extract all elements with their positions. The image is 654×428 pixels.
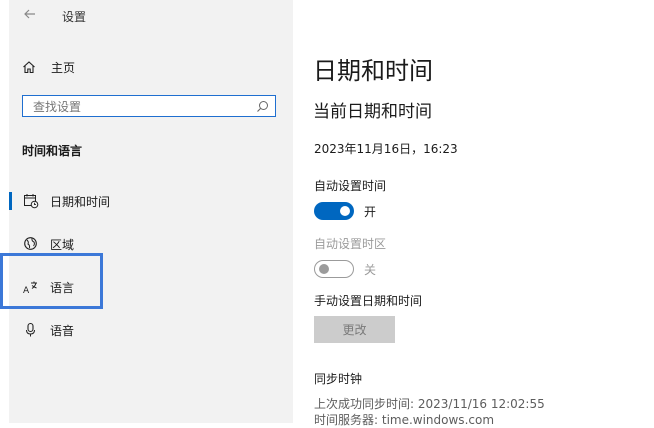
page-title: 日期和时间 [313,57,433,85]
sync-title: 同步时钟 [314,372,363,386]
auto-time-toggle[interactable] [314,202,354,220]
search-box[interactable] [22,95,276,118]
auto-timezone-label: 自动设置时区 [314,237,387,251]
sidebar-item-date-time[interactable]: 日期和时间 [9,186,293,216]
calendar-clock-icon [24,194,39,209]
change-button[interactable]: 更改 [314,316,395,343]
current-datetime: 2023年11月16日，16:23 [314,142,458,156]
window-edge [0,0,9,423]
sidebar-item-speech[interactable]: 语音 [9,315,293,345]
microphone-icon [26,322,35,337]
sidebar: 设置 主页 时间和语言 日期和时间 区域 A [9,0,293,423]
main-content: 日期和时间 当前日期和时间 2023年11月16日，16:23 自动设置时间 开… [293,0,654,427]
search-icon [257,101,268,112]
search-input[interactable] [23,96,255,118]
last-sync-text: 上次成功同步时间: 2023/11/16 12:02:55 [314,397,545,411]
app-title: 设置 [62,10,87,24]
auto-time-state: 开 [364,205,377,219]
globe-icon [24,237,37,250]
toggle-knob [340,206,350,216]
sidebar-item-label: 语音 [50,324,75,338]
section-title: 时间和语言 [22,144,83,158]
section-subtitle: 当前日期和时间 [313,102,432,122]
highlight-box [0,253,103,309]
home-label: 主页 [51,61,76,75]
auto-time-label: 自动设置时间 [314,179,387,193]
auto-timezone-toggle[interactable] [314,260,354,278]
selected-indicator [9,192,12,210]
sidebar-item-label: 日期和时间 [50,195,111,209]
time-server-text: 时间服务器: time.windows.com [314,413,495,427]
back-arrow-icon[interactable] [22,6,38,22]
manual-set-label: 手动设置日期和时间 [314,294,423,308]
sidebar-item-label: 区域 [50,238,75,252]
auto-timezone-state: 关 [364,263,377,277]
home-icon [23,61,35,74]
sidebar-item-home[interactable]: 主页 [9,56,293,78]
toggle-knob [319,263,329,274]
title-bar: 设置 [9,0,293,32]
